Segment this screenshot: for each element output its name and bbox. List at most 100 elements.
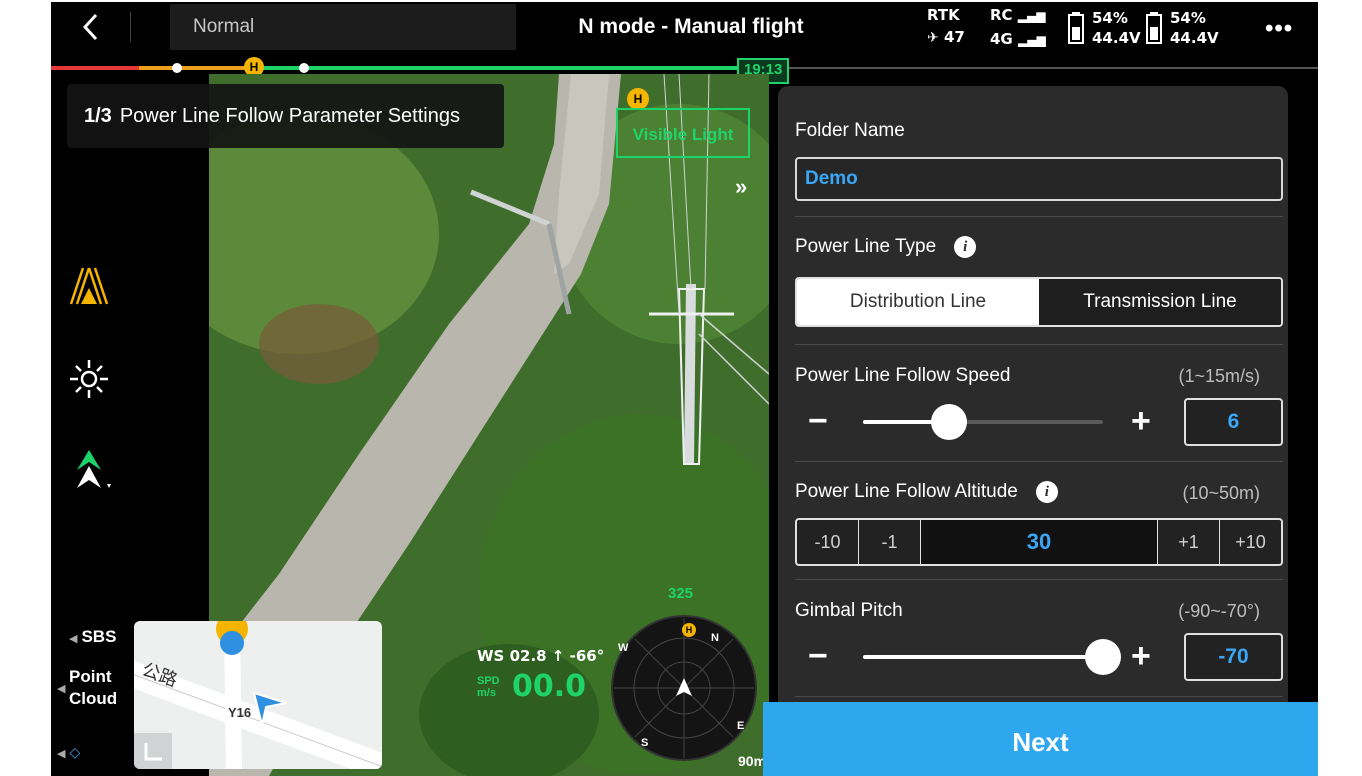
battery1-percent: 54% — [1092, 9, 1128, 27]
speed-unit: SPD m/s — [477, 675, 500, 699]
signal-bars-icon: ▂▄▆ — [1017, 9, 1046, 23]
altitude-minus-1-button[interactable]: -1 — [859, 520, 921, 564]
gimbal-pitch-slider[interactable] — [863, 639, 1121, 675]
rtk-satellite-count: 47 — [943, 28, 965, 46]
progress-segment-remaining — [739, 67, 1318, 69]
horizontal-speed: 00.0 — [512, 669, 587, 704]
point-cloud-label-line2: Cloud — [69, 689, 118, 708]
step-title: Power Line Follow Parameter Settings — [119, 105, 460, 127]
map-pin-icon: ◇ — [69, 744, 81, 760]
speed-decrease-button[interactable]: − — [808, 404, 828, 438]
gimbal-value-input[interactable]: -70 — [1184, 633, 1283, 681]
next-button[interactable]: Next — [763, 702, 1318, 776]
signal-bars-icon: ▂▄▆ — [1017, 33, 1046, 47]
follow-altitude-row: Power Line Follow Altitude i — [795, 481, 1058, 503]
altitude-minus-10-button[interactable]: -10 — [797, 520, 859, 564]
rtk-label: RTK — [927, 6, 960, 24]
top-bar: Normal N mode - Manual flight RTK ✈ 47 R… — [51, 2, 1318, 62]
sbs-label: SBS — [81, 627, 117, 646]
network-label: 4G — [990, 30, 1013, 48]
caret-left-icon: ◀ — [57, 683, 66, 695]
altitude-plus-10-button[interactable]: +10 — [1220, 520, 1281, 564]
follow-speed-range: (1~15m/s) — [1178, 366, 1260, 386]
divider — [795, 216, 1283, 217]
gimbal-decrease-button[interactable]: − — [808, 639, 828, 673]
progress-segment-red — [51, 66, 139, 70]
progress-segment-orange — [139, 66, 259, 70]
progress-segment-green — [259, 66, 739, 70]
follow-speed-label: Power Line Follow Speed — [795, 365, 1011, 386]
app-screen: Normal N mode - Manual flight RTK ✈ 47 R… — [51, 2, 1318, 776]
compass-north: N — [711, 632, 719, 644]
heading-value: 325 — [668, 585, 694, 602]
rtk-status[interactable]: ✈ 47 — [927, 28, 965, 46]
parameter-settings-panel: Folder Name Demo Power Line Type i Distri… — [778, 86, 1288, 706]
flight-progress-bar: H 19:13 — [51, 57, 1318, 84]
satellite-icon: ✈ — [927, 30, 939, 46]
step-banner: 1/3 Power Line Follow Parameter Settings — [67, 84, 504, 148]
power-line-type-row: Power Line Type i — [795, 236, 977, 258]
map-road-label: Y16 — [228, 705, 252, 720]
battery2-percent: 54% — [1170, 9, 1206, 27]
exposure-light-icon[interactable] — [67, 357, 111, 401]
speed-unit-label: m/s — [477, 687, 496, 699]
compass-home-marker: H — [682, 623, 696, 637]
power-line-icon[interactable] — [67, 264, 111, 308]
speed-slider[interactable] — [863, 404, 1103, 440]
power-line-type-label: Power Line Type — [795, 236, 937, 258]
battery-icon — [1068, 12, 1084, 44]
gimbal-increase-button[interactable]: + — [1131, 639, 1151, 673]
altitude-stepper: -10 -1 30 +1 +10 — [795, 518, 1283, 566]
speed-slider-handle[interactable] — [931, 404, 968, 440]
obstacle-sensing-icon[interactable] — [67, 448, 111, 492]
back-arrow-icon[interactable] — [77, 12, 107, 42]
divider — [795, 579, 1283, 580]
altitude-value[interactable]: 30 — [921, 520, 1158, 564]
flight-status-title: N mode - Manual flight — [578, 15, 804, 38]
flight-mode-selector[interactable]: Normal — [170, 4, 516, 50]
folder-name-input[interactable]: Demo — [795, 157, 1283, 201]
minimap[interactable]: 公路 Y16 — [134, 621, 382, 769]
visible-light-label[interactable]: Visible Light — [616, 108, 750, 158]
transmission-line-option[interactable]: Transmission Line — [1039, 279, 1281, 325]
follow-altitude-range: (10~50m) — [1182, 483, 1260, 503]
divider — [795, 344, 1283, 345]
follow-altitude-label: Power Line Follow Altitude — [795, 481, 1018, 503]
progress-dot — [299, 63, 309, 73]
top-divider — [130, 12, 131, 42]
location-toggle[interactable]: ◀ ◇ — [57, 744, 80, 761]
gimbal-slider-fill — [863, 655, 1103, 659]
compass-west: W — [618, 642, 629, 654]
compass-east: E — [737, 720, 745, 732]
network-signal: 4G ▂▄▆ — [990, 30, 1046, 48]
battery-icon — [1146, 12, 1162, 44]
wind-speed: WS 02.8 ↑ -66° — [477, 647, 605, 665]
gimbal-pitch-label: Gimbal Pitch — [795, 600, 903, 621]
info-icon[interactable]: i — [954, 236, 977, 258]
divider — [795, 461, 1283, 462]
battery2-voltage: 44.4V — [1170, 29, 1219, 47]
folder-name-label: Folder Name — [795, 120, 905, 141]
distribution-line-option[interactable]: Distribution Line — [797, 279, 1039, 325]
altitude-plus-1-button[interactable]: +1 — [1158, 520, 1220, 564]
info-icon[interactable]: i — [1035, 481, 1058, 503]
collapse-panel-button[interactable]: » — [735, 174, 747, 200]
rc-signal: RC ▂▄▆ — [990, 6, 1045, 24]
caret-left-icon: ◀ — [57, 748, 66, 760]
compass-radar[interactable] — [610, 614, 758, 762]
progress-dot — [172, 63, 182, 73]
point-cloud-toggle[interactable]: ◀ Point Cloud — [57, 666, 118, 710]
gimbal-pitch-range: (-90~-70°) — [1178, 601, 1260, 621]
map-expand-button[interactable] — [134, 733, 172, 769]
battery1-voltage: 44.4V — [1092, 29, 1141, 47]
power-line-type-selector: Distribution Line Transmission Line — [795, 277, 1283, 327]
speed-value-input[interactable]: 6 — [1184, 398, 1283, 446]
gimbal-slider-handle[interactable] — [1085, 639, 1121, 675]
speed-increase-button[interactable]: + — [1131, 404, 1151, 438]
more-options-button[interactable]: ••• — [1265, 15, 1293, 43]
compass-south: S — [641, 737, 649, 749]
sbs-toggle[interactable]: ◀ SBS — [69, 626, 116, 650]
rc-label: RC — [990, 6, 1013, 24]
home-marker: H — [627, 88, 649, 110]
divider — [795, 696, 1283, 697]
